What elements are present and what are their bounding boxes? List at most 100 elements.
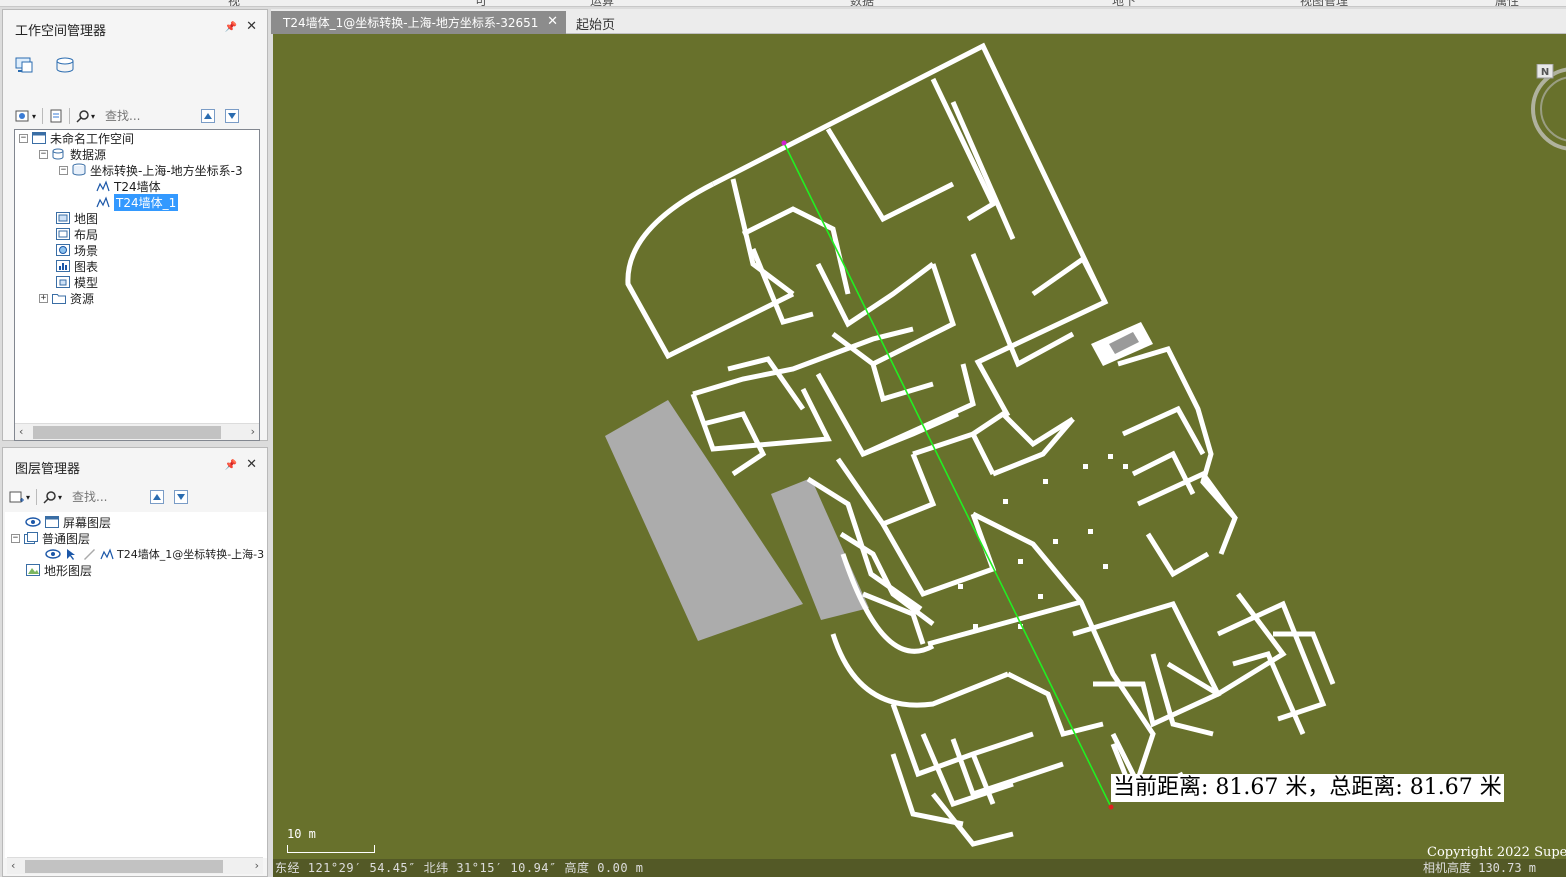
terrain-layer-icon	[25, 563, 41, 577]
folder-icon	[51, 291, 67, 305]
editable-icon[interactable]	[81, 547, 97, 561]
scale-bar	[287, 845, 375, 853]
tree-label: 场景	[74, 243, 99, 258]
tree-label: T24墙体	[114, 179, 161, 194]
tree-label: 数据源	[70, 147, 107, 162]
expand-icon[interactable]: +	[39, 293, 48, 303]
map-icon	[55, 211, 71, 225]
search-prev-button[interactable]	[150, 490, 165, 504]
scene-icon	[55, 243, 71, 257]
horizontal-scrollbar[interactable]: ‹ ›	[15, 423, 259, 440]
tree-item-terrain-layers[interactable]: 地形图层	[25, 562, 92, 578]
tree-item-datasources[interactable]: − 数据源	[39, 146, 106, 162]
measure-end-point	[1108, 804, 1114, 810]
tree-item-models[interactable]: 模型	[55, 274, 98, 290]
tree-item-screen-layer[interactable]: 屏幕图层	[25, 514, 111, 530]
toolbar-separator	[69, 108, 71, 124]
close-icon[interactable]: ✕	[246, 457, 257, 472]
add-layer-button[interactable]: ▾	[7, 487, 32, 507]
search-next-button[interactable]	[225, 109, 240, 123]
collapse-icon[interactable]: −	[19, 133, 28, 143]
collapse-icon[interactable]: −	[59, 165, 68, 175]
udb-datasource-icon	[71, 163, 87, 177]
search-icon[interactable]: ▾	[74, 106, 97, 126]
scroll-right-icon[interactable]: ›	[251, 425, 255, 438]
measure-start-point	[781, 140, 787, 146]
tree-item-workspace[interactable]: − 未命名工作空间	[19, 130, 134, 146]
search-input[interactable]	[101, 109, 192, 123]
close-tab-icon[interactable]: ✕	[547, 14, 558, 29]
line-dataset-icon	[95, 179, 111, 193]
panel-title: 工作空间管理器	[15, 24, 107, 39]
tab-scene[interactable]: T24墙体_1@坐标转换-上海-地方坐标系-32651 ✕	[271, 11, 566, 34]
workspace-icon	[31, 131, 47, 145]
tree-label: T24墙体_1	[114, 193, 179, 211]
tab-start-page[interactable]: 起始页	[576, 14, 615, 33]
scrollbar-thumb[interactable]	[25, 859, 223, 873]
tree-label: 图表	[74, 259, 99, 274]
scroll-left-icon[interactable]: ‹	[11, 859, 15, 872]
tree-item-layouts[interactable]: 布局	[55, 226, 98, 242]
eye-visible-icon[interactable]	[25, 515, 41, 529]
coordinate-readout: 东经 121°29′ 54.45″ 北纬 31°15′ 10.94″ 高度 0.…	[275, 861, 644, 875]
open-workspace-button[interactable]: ▾	[13, 106, 38, 126]
tree-item-dataset[interactable]: T24墙体	[95, 178, 161, 194]
collapse-icon[interactable]: −	[11, 533, 20, 543]
search-icon[interactable]: ▾	[41, 487, 64, 507]
collapse-icon[interactable]: −	[39, 149, 48, 159]
screen-layer-icon	[44, 515, 60, 529]
scroll-right-icon[interactable]: ›	[255, 859, 259, 872]
eye-visible-icon[interactable]	[45, 547, 61, 561]
close-icon[interactable]: ✕	[246, 19, 257, 34]
tree-label: 屏幕图层	[63, 515, 112, 530]
tree-item-dataset-selected[interactable]: T24墙体_1	[95, 193, 179, 211]
compass-label: N	[1541, 67, 1549, 78]
pin-icon[interactable]: 📌	[225, 460, 237, 471]
tree-label: 布局	[74, 227, 99, 242]
workspace-view-icon[interactable]	[13, 54, 35, 76]
scrollbar-thumb[interactable]	[33, 425, 221, 439]
workspace-tree: − 未命名工作空间 − 数据源 − 坐标转换-上海-地方坐标系-3 T24墙体 …	[14, 129, 260, 441]
horizontal-scrollbar[interactable]: ‹ ›	[7, 857, 263, 874]
tree-label: 普通图层	[42, 531, 91, 546]
measure-label: 当前距离: 81.67 米，总距离: 81.67 米	[1111, 774, 1504, 802]
search-prev-button[interactable]	[201, 109, 216, 123]
scene-viewport[interactable]: 当前距离: 81.67 米，总距离: 81.67 米 N 10 m Copyri…	[273, 34, 1566, 877]
layer-tree: 屏幕图层 − 普通图层 T24墙体_1@坐标转换-上海-3 地形图层	[5, 512, 267, 858]
search-next-button[interactable]	[174, 490, 189, 504]
document-tabbar: T24墙体_1@坐标转换-上海-地方坐标系-32651 ✕ 起始页	[271, 9, 1566, 34]
selectable-icon[interactable]	[63, 547, 79, 561]
new-document-button[interactable]	[47, 106, 65, 126]
copyright-text: Copyright 2022 Supe	[1427, 845, 1566, 860]
tree-item-resources[interactable]: + 资源	[39, 290, 94, 306]
tree-item-datasource[interactable]: − 坐标转换-上海-地方坐标系-3	[59, 162, 243, 178]
layout-icon	[55, 227, 71, 241]
tree-item-charts[interactable]: 图表	[55, 258, 98, 274]
tree-item-normal-layers[interactable]: − 普通图层	[11, 530, 90, 546]
workspace-manager-panel: 工作空间管理器 📌 ✕ ▾ ▾ − 未命名工作空间 −	[2, 9, 268, 441]
search-input[interactable]	[68, 490, 141, 504]
camera-height-readout: 相机高度 130.73 m	[1423, 861, 1537, 875]
line-dataset-icon	[95, 195, 111, 209]
workspace-toolbar: ▾ ▾	[13, 105, 257, 127]
model-icon	[55, 275, 71, 289]
tree-item-maps[interactable]: 地图	[55, 210, 98, 226]
tree-item-layer[interactable]: T24墙体_1@坐标转换-上海-3	[45, 546, 264, 562]
tree-label: 模型	[74, 275, 99, 290]
tree-item-scenes[interactable]: 场景	[55, 242, 98, 258]
scroll-left-icon[interactable]: ‹	[19, 425, 23, 438]
pin-icon[interactable]: 📌	[225, 22, 237, 33]
panel-title: 图层管理器	[15, 462, 81, 477]
view-tabs	[13, 54, 75, 80]
database-view-icon[interactable]	[53, 54, 75, 76]
layer-manager-panel: 图层管理器 📌 ✕ ▾ ▾ 屏幕图层 − 普通图层 T24墙体_1@	[2, 447, 268, 877]
line-dataset-icon	[99, 547, 115, 561]
tree-label: T24墙体_1@坐标转换-上海-3	[117, 548, 265, 561]
scene-statusbar: 东经 121°29′ 54.45″ 北纬 31°15′ 10.94″ 高度 0.…	[273, 859, 1566, 877]
compass-icon[interactable]: N	[1503, 64, 1566, 164]
toolbar-separator	[42, 108, 44, 124]
layer-group-icon	[23, 531, 39, 545]
measure-line	[783, 142, 1112, 808]
tree-label: 地形图层	[44, 563, 93, 578]
tree-label: 未命名工作空间	[50, 131, 135, 146]
